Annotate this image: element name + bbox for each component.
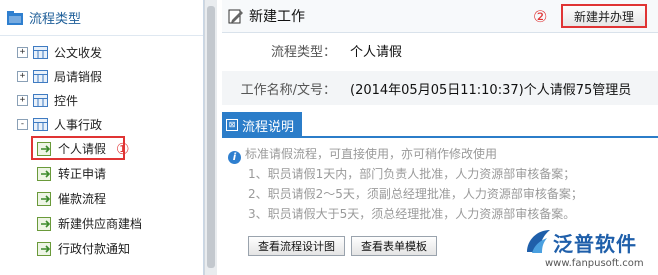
brand-logo-icon xyxy=(527,230,550,253)
tree-node-label: 局请销假 xyxy=(54,69,103,84)
tree-node-controls[interactable]: + 控件 xyxy=(0,88,203,112)
tree-leaf-label: 行政付款通知 xyxy=(58,242,131,256)
tree-leaf-regularization[interactable]: 转正申请 xyxy=(0,161,203,186)
description-line: 1、职员请假1天内，部门负责人批准，人力资源部审核备案； xyxy=(248,167,576,181)
tree-node-label: 公文收发 xyxy=(54,45,103,60)
tree-leaf-personal-leave[interactable]: 个人请假 ① xyxy=(0,136,203,161)
expand-toggle[interactable]: + xyxy=(17,94,28,106)
work-name-row: 工作名称/文号： (2014年05月05日11:10:37)个人请假75管理员 xyxy=(222,71,658,105)
selection-highlight xyxy=(31,136,125,160)
flow-type-label: 流程类型： xyxy=(270,44,336,60)
tree-leaf-label: 新建供应商建档 xyxy=(58,217,143,231)
sidebar-title: 流程类型 xyxy=(29,12,82,27)
tree-leaf-label: 催款流程 xyxy=(58,192,107,206)
info-icon: i xyxy=(228,151,241,164)
expand-icon: ⊠ xyxy=(226,119,238,131)
brand-name: 泛普软件 xyxy=(553,232,637,256)
description-line: 2、职员请假2～5天，须副总经理批准，人力资源部审核备案； xyxy=(248,187,583,201)
flow-arrow-icon xyxy=(37,191,51,206)
tree-node-leave-cancel[interactable]: + 局请销假 xyxy=(0,64,203,88)
flow-description: i 标准请假流程，可直接使用，亦可稍作修改使用 1、职员请假1天内，部门负责人批准… xyxy=(228,144,652,224)
tree-node-hr-admin[interactable]: - 人事行政 xyxy=(0,112,203,136)
brand-watermark: 泛普软件 www.fanpusoft.com xyxy=(523,226,658,275)
work-name-label: 工作名称/文号： xyxy=(240,82,336,98)
flow-type-row: 流程类型： 个人请假 xyxy=(222,33,658,67)
grid-folder-icon xyxy=(33,45,48,59)
view-flow-design-button[interactable]: 查看流程设计图 xyxy=(248,236,345,256)
edit-icon xyxy=(228,9,243,24)
tree-leaf-label: 转正申请 xyxy=(58,167,107,181)
section-header: ⊠ 流程说明 xyxy=(222,112,658,138)
tab-flow-description[interactable]: ⊠ 流程说明 xyxy=(222,112,302,138)
collapse-toggle[interactable]: - xyxy=(17,118,28,130)
view-form-template-button[interactable]: 查看表单模板 xyxy=(351,236,437,256)
flow-type-value: 个人请假 xyxy=(350,44,403,60)
sidebar-header: 流程类型 xyxy=(0,0,203,36)
tree-leaf-new-supplier[interactable]: 新建供应商建档 xyxy=(0,211,203,236)
expand-toggle[interactable]: + xyxy=(17,70,28,82)
tree-leaf-admin-payment[interactable]: 行政付款通知 xyxy=(0,236,203,261)
description-intro-line: i 标准请假流程，可直接使用，亦可稍作修改使用 xyxy=(228,144,652,164)
tab-label: 流程说明 xyxy=(242,119,295,135)
grid-folder-icon xyxy=(33,93,48,107)
tree-leaf-dunning[interactable]: 催款流程 xyxy=(0,186,203,211)
grid-folder-icon xyxy=(33,117,48,131)
sidebar-scrollbar[interactable] xyxy=(204,0,217,275)
step-marker-2: ② xyxy=(533,7,548,26)
sidebar: 流程类型 + 公文收发 + 局请销假 + 控件 - 人事行政 个人请假 ① 转正… xyxy=(0,0,204,275)
expand-toggle[interactable]: + xyxy=(17,46,28,58)
flow-arrow-icon xyxy=(37,166,51,181)
description-line: 3、职员请假大于5天，须总经理批准，人力资源部审核备案。 xyxy=(248,207,576,221)
tree-node-label: 控件 xyxy=(54,93,79,108)
new-and-handle-button[interactable]: 新建并办理 xyxy=(561,4,647,28)
action-buttons: 查看流程设计图 查看表单模板 xyxy=(248,236,443,256)
flow-arrow-icon xyxy=(37,241,51,256)
tree-node-label: 人事行政 xyxy=(54,117,103,132)
tree-node-official-docs[interactable]: + 公文收发 xyxy=(0,40,203,64)
flow-arrow-icon xyxy=(37,216,51,231)
page-title: 新建工作 xyxy=(249,9,305,25)
description-intro: 标准请假流程，可直接使用，亦可稍作修改使用 xyxy=(245,147,498,161)
brand-url: www.fanpusoft.com xyxy=(545,258,644,269)
flow-type-tree: + 公文收发 + 局请销假 + 控件 - 人事行政 个人请假 ① 转正申请 催款… xyxy=(0,36,203,261)
scrollbar-thumb[interactable] xyxy=(207,6,215,268)
work-name-value[interactable]: (2014年05月05日11:10:37)个人请假75管理员 xyxy=(344,79,631,98)
folder-icon xyxy=(7,10,23,25)
grid-folder-icon xyxy=(33,69,48,83)
